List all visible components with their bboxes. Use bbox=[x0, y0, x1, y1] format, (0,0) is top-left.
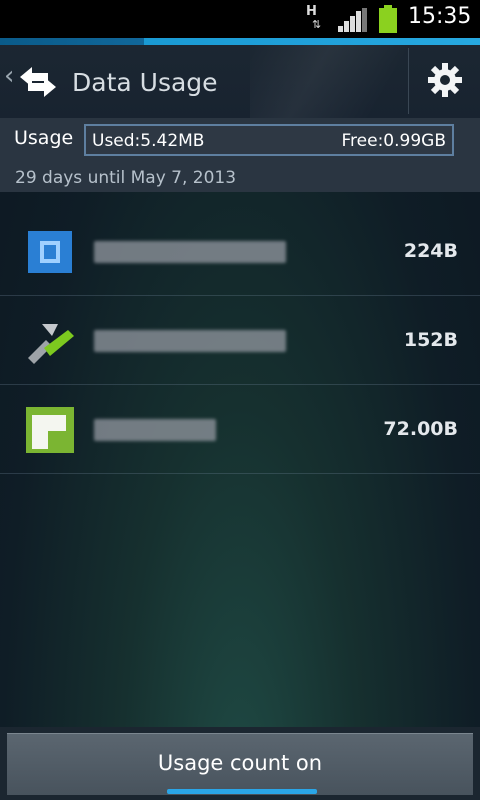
toggle-label: Usage count on bbox=[157, 751, 323, 775]
bottom-bar: Usage count on bbox=[0, 727, 480, 800]
signal-strength-icon bbox=[338, 8, 367, 32]
app-usage-list: 224B 152B 72.00B bbox=[0, 207, 480, 474]
app-name-redacted bbox=[94, 330, 286, 352]
usage-count-toggle-button[interactable]: Usage count on bbox=[7, 733, 473, 795]
usage-summary: Usage Used:5.42MB Free:0.99GB 29 days un… bbox=[0, 118, 480, 192]
software-update-icon bbox=[28, 324, 74, 364]
page-title: Data Usage bbox=[72, 68, 218, 97]
usage-label: Usage bbox=[14, 127, 74, 149]
header-sheen bbox=[250, 45, 410, 118]
app-data-size: 152B bbox=[403, 329, 458, 351]
app-name-redacted bbox=[94, 241, 286, 263]
gear-icon bbox=[428, 63, 462, 97]
action-bar: ‹ Data Usage bbox=[0, 38, 480, 118]
header-accent-bar bbox=[0, 38, 480, 45]
settings-button[interactable] bbox=[409, 45, 480, 118]
clock: 15:35 bbox=[408, 4, 472, 29]
network-activity-icon: ⇅ bbox=[312, 18, 322, 31]
up-navigation-button[interactable]: ‹ bbox=[0, 45, 62, 118]
app-data-size: 72.00B bbox=[383, 418, 458, 440]
list-item[interactable]: 72.00B bbox=[0, 385, 480, 474]
network-type: H bbox=[306, 4, 317, 19]
data-transfer-arrows-icon bbox=[20, 67, 56, 97]
list-item[interactable]: 152B bbox=[0, 296, 480, 385]
free-amount: Free:0.99GB bbox=[341, 131, 447, 151]
used-amount: Used:5.42MB bbox=[92, 131, 205, 151]
network-indicator: H ⇅ bbox=[306, 4, 334, 34]
usage-bar: Used:5.42MB Free:0.99GB bbox=[84, 124, 454, 156]
toggle-on-indicator bbox=[167, 789, 317, 794]
status-bar: H ⇅ 15:35 bbox=[0, 0, 480, 38]
list-item[interactable]: 224B bbox=[0, 207, 480, 296]
green-app-icon bbox=[26, 407, 74, 453]
chevron-left-icon: ‹ bbox=[4, 61, 15, 91]
blue-app-icon bbox=[28, 231, 72, 273]
billing-cycle-text: 29 days until May 7, 2013 bbox=[15, 168, 237, 188]
battery-icon bbox=[379, 5, 397, 33]
app-name-redacted bbox=[94, 419, 216, 441]
app-data-size: 224B bbox=[403, 240, 458, 262]
